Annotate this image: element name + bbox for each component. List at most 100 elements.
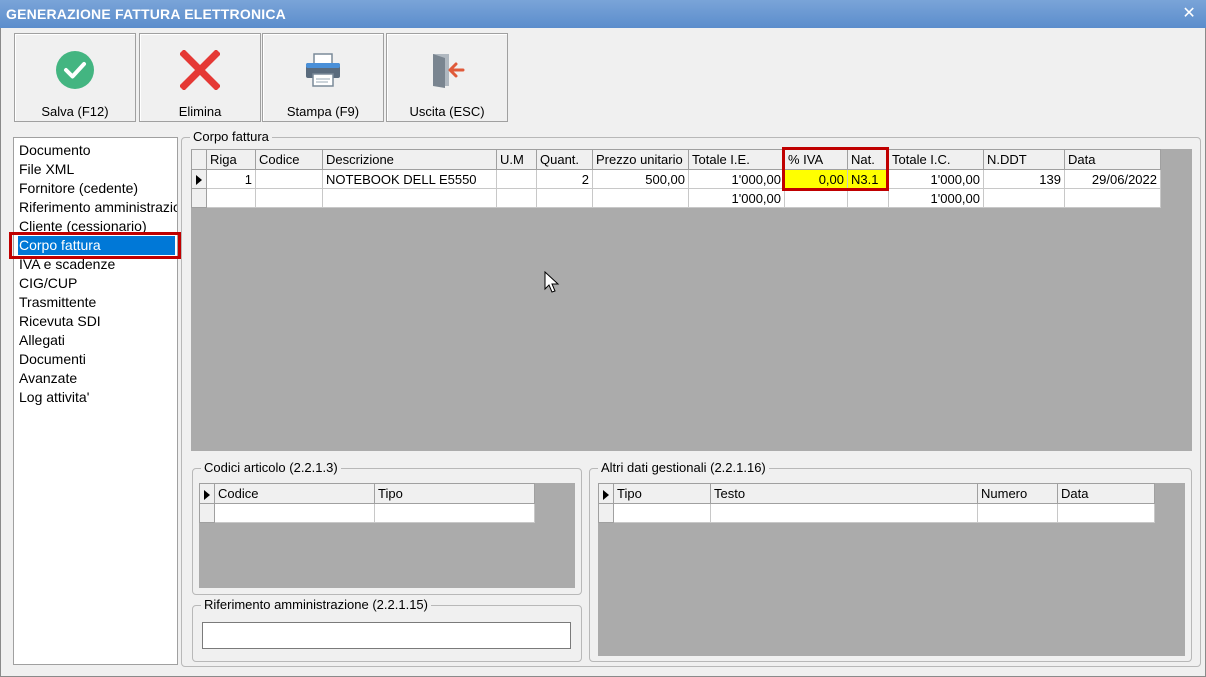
column-header-totale-ic[interactable]: Totale I.C. bbox=[888, 149, 984, 170]
current-row-indicator[interactable] bbox=[191, 169, 207, 189]
table-row[interactable] bbox=[598, 503, 1155, 523]
cell-codice[interactable] bbox=[255, 169, 323, 189]
nav-item-allegati[interactable]: Allegati bbox=[18, 331, 65, 350]
column-header-testo[interactable]: Testo bbox=[710, 483, 978, 504]
cell-prezzo[interactable]: 500,00 bbox=[592, 169, 689, 189]
cell-um[interactable] bbox=[496, 169, 537, 189]
totals-empty bbox=[496, 188, 537, 208]
column-header-data[interactable]: Data bbox=[1064, 149, 1161, 170]
printer-icon bbox=[306, 53, 340, 87]
cell-tipo-empty[interactable] bbox=[374, 503, 535, 523]
section-navigation-list[interactable]: Documento File XML Fornitore (cedente) R… bbox=[13, 137, 178, 665]
column-header-codice[interactable]: Codice bbox=[214, 483, 375, 504]
close-icon[interactable]: ✕ bbox=[1182, 3, 1196, 23]
column-header-nddt[interactable]: N.DDT bbox=[983, 149, 1065, 170]
row-pointer-icon bbox=[196, 175, 202, 186]
totals-empty bbox=[206, 188, 256, 208]
corpo-fattura-legend: Corpo fattura bbox=[190, 129, 272, 144]
totals-empty bbox=[536, 188, 593, 208]
column-header-codice[interactable]: Codice bbox=[255, 149, 323, 170]
column-header-data[interactable]: Data bbox=[1057, 483, 1155, 504]
cell-data-empty[interactable] bbox=[1057, 503, 1155, 523]
codici-articolo-grid[interactable]: Codice Tipo bbox=[199, 483, 535, 523]
cell-nat[interactable]: N3.1 bbox=[847, 169, 889, 189]
altri-dati-gestionali-legend: Altri dati gestionali (2.2.1.16) bbox=[598, 460, 769, 475]
window-titlebar: GENERAZIONE FATTURA ELETTRONICA ✕ bbox=[0, 0, 1206, 28]
nav-item-avanzate[interactable]: Avanzate bbox=[18, 369, 77, 388]
nav-item-iva-scadenze[interactable]: IVA e scadenze bbox=[18, 255, 115, 274]
cell-nddt[interactable]: 139 bbox=[983, 169, 1065, 189]
exit-door-icon bbox=[433, 54, 465, 88]
row-pointer-icon bbox=[603, 489, 609, 500]
cell-totale-ic[interactable]: 1'000,00 bbox=[888, 169, 984, 189]
nav-item-fornitore[interactable]: Fornitore (cedente) bbox=[18, 179, 138, 198]
mouse-pointer-icon bbox=[544, 271, 560, 293]
nav-item-ricevuta-sdi[interactable]: Ricevuta SDI bbox=[18, 312, 101, 331]
nav-item-trasmittente[interactable]: Trasmittente bbox=[18, 293, 96, 312]
cell-riga[interactable]: 1 bbox=[206, 169, 256, 189]
row-header-corner bbox=[598, 483, 614, 504]
save-button[interactable]: Salva (F12) bbox=[14, 33, 136, 122]
totals-empty bbox=[322, 188, 497, 208]
row-pointer-icon bbox=[204, 489, 210, 500]
column-header-numero[interactable]: Numero bbox=[977, 483, 1058, 504]
cell-data[interactable]: 29/06/2022 bbox=[1064, 169, 1161, 189]
print-button[interactable]: Stampa (F9) bbox=[262, 33, 384, 122]
corpo-fattura-grid[interactable]: Riga Codice Descrizione U.M Quant. Prezz… bbox=[191, 149, 1161, 208]
riferimento-amministrazione-legend: Riferimento amministrazione (2.2.1.15) bbox=[201, 597, 431, 612]
table-row[interactable] bbox=[199, 503, 535, 523]
cell-iva[interactable]: 0,00 bbox=[784, 169, 848, 189]
nav-item-documento[interactable]: Documento bbox=[18, 141, 91, 160]
exit-button-label: Uscita (ESC) bbox=[409, 104, 485, 119]
nav-item-documenti[interactable]: Documenti bbox=[18, 350, 86, 369]
totals-empty bbox=[255, 188, 323, 208]
cell-testo-empty[interactable] bbox=[710, 503, 978, 523]
exit-button[interactable]: Uscita (ESC) bbox=[386, 33, 508, 122]
totals-empty bbox=[847, 188, 889, 208]
nav-item-cliente[interactable]: Cliente (cessionario) bbox=[18, 217, 147, 236]
nav-item-file-xml[interactable]: File XML bbox=[18, 160, 74, 179]
altri-header-row: Tipo Testo Numero Data bbox=[598, 483, 1155, 504]
totals-empty bbox=[983, 188, 1065, 208]
codici-articolo-legend: Codici articolo (2.2.1.3) bbox=[201, 460, 341, 475]
nav-item-log-attivita[interactable]: Log attivita' bbox=[18, 388, 89, 407]
column-header-nat[interactable]: Nat. bbox=[847, 149, 889, 170]
altri-dati-gestionali-grid[interactable]: Tipo Testo Numero Data bbox=[598, 483, 1155, 523]
cell-quant[interactable]: 2 bbox=[536, 169, 593, 189]
delete-button[interactable]: Elimina bbox=[139, 33, 261, 122]
table-row[interactable]: 1 NOTEBOOK DELL E5550 2 500,00 1'000,00 … bbox=[191, 169, 1161, 189]
delete-button-label: Elimina bbox=[178, 104, 222, 119]
window-title: GENERAZIONE FATTURA ELETTRONICA bbox=[6, 6, 286, 22]
column-header-iva[interactable]: % IVA bbox=[784, 149, 848, 170]
totals-row: 1'000,00 1'000,00 bbox=[191, 188, 1161, 208]
totals-empty bbox=[784, 188, 848, 208]
cell-totale-ie[interactable]: 1'000,00 bbox=[688, 169, 785, 189]
total-totale-ie: 1'000,00 bbox=[688, 188, 785, 208]
total-totale-ic: 1'000,00 bbox=[888, 188, 984, 208]
nav-item-cig-cup[interactable]: CIG/CUP bbox=[18, 274, 77, 293]
column-header-um[interactable]: U.M bbox=[496, 149, 537, 170]
column-header-totale-ie[interactable]: Totale I.E. bbox=[688, 149, 785, 170]
totals-row-header bbox=[191, 188, 207, 208]
cell-descrizione[interactable]: NOTEBOOK DELL E5550 bbox=[322, 169, 497, 189]
column-header-tipo[interactable]: Tipo bbox=[374, 483, 535, 504]
red-x-icon bbox=[180, 50, 220, 90]
row-header-corner bbox=[199, 483, 215, 504]
column-header-prezzo[interactable]: Prezzo unitario bbox=[592, 149, 689, 170]
save-button-label: Salva (F12) bbox=[41, 104, 109, 119]
totals-empty bbox=[592, 188, 689, 208]
print-button-label: Stampa (F9) bbox=[286, 104, 360, 119]
cell-codice-empty[interactable] bbox=[214, 503, 375, 523]
cell-numero-empty[interactable] bbox=[977, 503, 1058, 523]
column-header-quant[interactable]: Quant. bbox=[536, 149, 593, 170]
row-header-corner bbox=[191, 149, 207, 170]
nav-item-riferimento-amministrazione[interactable]: Riferimento amministrazione bbox=[18, 198, 177, 217]
column-header-tipo[interactable]: Tipo bbox=[613, 483, 711, 504]
riferimento-amministrazione-input[interactable] bbox=[202, 622, 571, 649]
column-header-descrizione[interactable]: Descrizione bbox=[322, 149, 497, 170]
column-header-riga[interactable]: Riga bbox=[206, 149, 256, 170]
new-row-header[interactable] bbox=[199, 503, 215, 523]
cell-tipo-empty[interactable] bbox=[613, 503, 711, 523]
new-row-header[interactable] bbox=[598, 503, 614, 523]
nav-item-corpo-fattura[interactable]: Corpo fattura bbox=[18, 236, 175, 255]
